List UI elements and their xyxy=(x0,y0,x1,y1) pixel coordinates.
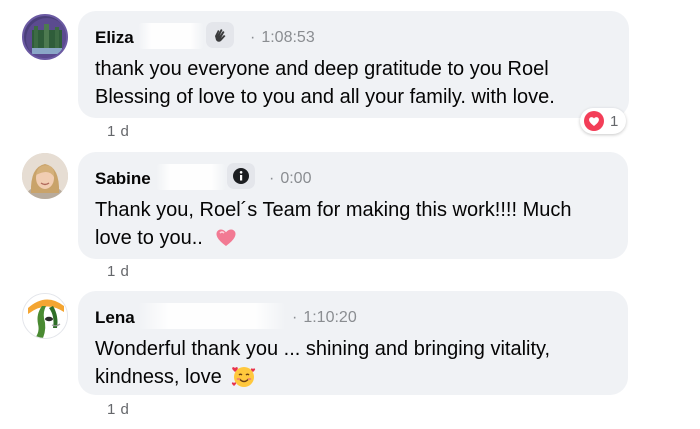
comment-text-segment: love to you.. xyxy=(95,227,203,249)
comment-author[interactable]: Eliza xyxy=(95,28,134,48)
comment-timestamp[interactable]: · 1:08:53 xyxy=(250,29,315,47)
comment-text: Wonderful thank you ... shining and brin… xyxy=(95,335,614,391)
comment-bubble: Lena · 1:10:20 Wonderful thank you ... sh… xyxy=(78,291,628,395)
comment-text: Thank you, Roel´s Team for making this w… xyxy=(95,196,614,252)
heart-emoji xyxy=(216,229,236,246)
separator-dot: · xyxy=(250,29,256,46)
avatar[interactable] xyxy=(22,14,68,60)
comment-age[interactable]: 1 d xyxy=(107,123,129,140)
comment-text-line: thank you everyone and deep gratitude to… xyxy=(95,58,549,80)
comment-timestamp[interactable]: · 0:00 xyxy=(269,170,311,188)
comment-author[interactable]: Sabine xyxy=(95,169,151,189)
comment-timestamp[interactable]: · 1:10:20 xyxy=(292,309,357,327)
reaction-count[interactable]: 1 xyxy=(580,108,627,134)
comment-text-line: kindness, love xyxy=(95,363,614,391)
timestamp-text[interactable]: 0:00 xyxy=(280,170,311,187)
comment-bubble: Eliza · 1:08:53 thank you everyone and de… xyxy=(78,11,629,118)
separator-dot: · xyxy=(269,170,275,187)
love-heart-icon xyxy=(584,111,604,131)
smiling-face-with-hearts-emoji xyxy=(232,366,256,387)
name-redaction xyxy=(138,303,286,329)
comment-text-line: Thank you, Roel´s Team for making this w… xyxy=(95,199,572,221)
comment-age[interactable]: 1 d xyxy=(107,263,129,280)
timestamp-text[interactable]: 1:08:53 xyxy=(261,29,314,46)
comment-bubble: Sabine · 0:00 Thank you, Roel´s Team for … xyxy=(78,152,628,259)
comment-age[interactable]: 1 d xyxy=(107,401,129,418)
avatar[interactable] xyxy=(22,293,68,339)
info-icon[interactable] xyxy=(227,163,255,189)
comment-text-line: Wonderful thank you ... shining and brin… xyxy=(95,338,551,360)
clap-hands-icon[interactable] xyxy=(206,22,234,48)
reaction-count-text: 1 xyxy=(610,112,619,130)
name-redaction xyxy=(156,164,226,190)
comment-author[interactable]: Lena xyxy=(95,308,135,328)
separator-dot: · xyxy=(292,309,298,326)
comment-text-line: love to you.. xyxy=(95,224,614,252)
comment-text-segment: kindness, love xyxy=(95,366,222,388)
name-redaction xyxy=(138,23,204,49)
comment-text: thank you everyone and deep gratitude to… xyxy=(95,55,615,111)
timestamp-text[interactable]: 1:10:20 xyxy=(303,309,356,326)
avatar[interactable] xyxy=(22,153,68,199)
comment-text-line: Blessing of love to you and all your fam… xyxy=(95,86,555,108)
